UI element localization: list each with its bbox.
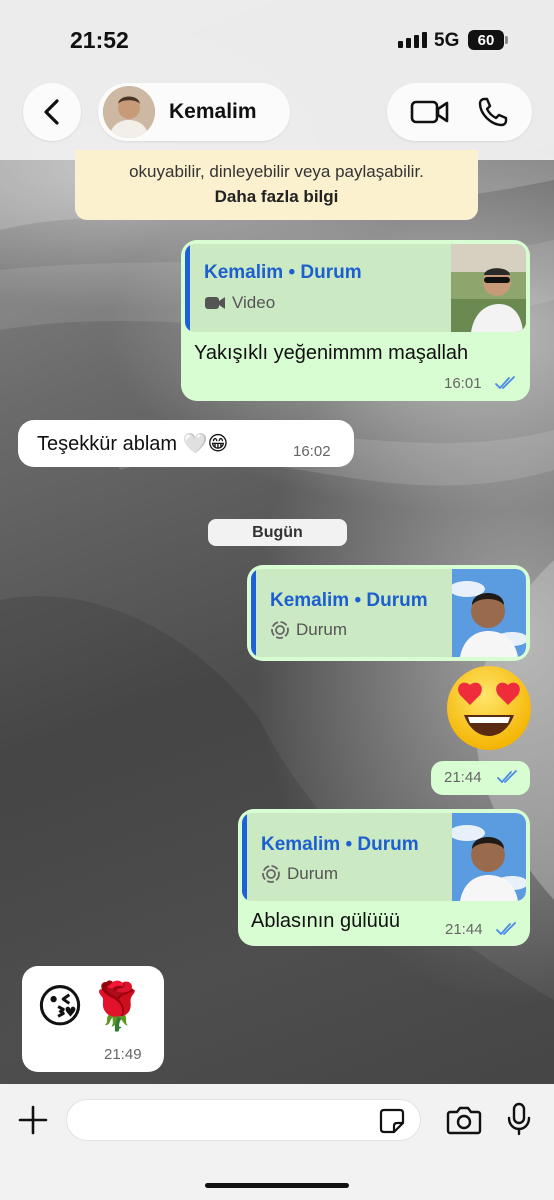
message-time-chip: 21:44 (431, 761, 530, 795)
message-time: 21:44 (444, 769, 482, 786)
status-time: 21:52 (70, 27, 129, 53)
plus-icon[interactable] (18, 1105, 48, 1135)
network-type: 5G (434, 30, 460, 51)
status-icon (262, 865, 280, 883)
message-bubble-incoming[interactable]: Teşekkür ablam 🤍😁 16:02 (18, 420, 354, 467)
message-bubble-outgoing[interactable]: Kemalim • Durum Durum (247, 565, 530, 661)
status-thumbnail (452, 569, 526, 657)
sticker-icon[interactable] (379, 1108, 405, 1134)
battery-icon: 60 (468, 30, 504, 50)
home-indicator (205, 1183, 349, 1188)
message-input[interactable] (66, 1099, 421, 1141)
cellular-signal-icon (398, 32, 427, 48)
reply-type-label: Durum (296, 620, 348, 639)
message-bubble-outgoing[interactable]: Kemalim • Durum Video Yakışıklı yeğenimm… (181, 240, 530, 401)
battery-level: 60 (477, 31, 495, 49)
reply-accent-bar (185, 244, 190, 332)
date-separator: Bugün (208, 519, 347, 546)
reply-type-label: Video (232, 293, 276, 312)
reply-accent-bar (242, 813, 247, 901)
status-icon (271, 621, 289, 639)
message-time: 21:44 (445, 921, 483, 938)
message-time: 16:02 (293, 443, 331, 460)
contact-avatar[interactable] (103, 86, 155, 138)
status-thumbnail (452, 813, 526, 901)
call-actions (387, 83, 532, 141)
message-text: Ablasının gülüüü (251, 910, 401, 932)
thumbnail-image (452, 569, 526, 657)
message-bubble-incoming[interactable]: 😘🌹 21:49 (22, 966, 164, 1072)
learn-more-link[interactable]: Daha fazla bilgi (75, 187, 478, 207)
reply-subtitle: Durum (270, 620, 347, 640)
status-reply-preview[interactable]: Kemalim • Durum Durum (242, 813, 526, 901)
back-button[interactable] (23, 83, 81, 141)
heart-eyes-emoji-icon (447, 666, 531, 750)
reply-subtitle: Video (204, 293, 275, 313)
read-receipt-icon (496, 922, 516, 935)
chevron-left-icon (44, 99, 59, 125)
thumbnail-image (452, 813, 526, 901)
microphone-icon[interactable] (506, 1102, 532, 1136)
message-bubble-outgoing[interactable]: Kemalim • Durum Durum Ablasının gülüüü 2… (238, 809, 530, 946)
encryption-notice-text: okuyabilir, dinleyebilir veya paylaşabil… (129, 162, 424, 181)
top-bar: 21:52 5G 60 Kemalim (0, 0, 554, 160)
reply-type-label: Durum (287, 864, 339, 883)
avatar-image (103, 86, 155, 138)
contact-header[interactable]: Kemalim (98, 83, 290, 141)
reply-title: Kemalim • Durum (270, 590, 428, 611)
read-receipt-icon (497, 770, 517, 783)
message-time: 21:49 (104, 1046, 142, 1063)
voice-call-icon[interactable] (477, 96, 509, 128)
encryption-notice: okuyabilir, dinleyebilir veya paylaşabil… (75, 150, 478, 220)
reply-title: Kemalim • Durum (261, 834, 419, 855)
message-text: Teşekkür ablam 🤍😁 (37, 433, 229, 455)
contact-name: Kemalim (169, 100, 257, 123)
read-receipt-icon (495, 376, 515, 389)
status-reply-preview[interactable]: Kemalim • Durum Video (185, 244, 526, 332)
message-text: 😘🌹 (36, 980, 150, 1032)
message-text: Yakışıklı yeğenimmm maşallah (194, 342, 469, 364)
thumbnail-image (451, 244, 526, 332)
message-time: 16:01 (444, 375, 482, 392)
camera-icon[interactable] (446, 1105, 482, 1135)
status-reply-preview[interactable]: Kemalim • Durum Durum (251, 569, 526, 657)
reply-subtitle: Durum (261, 864, 338, 884)
video-icon (205, 297, 225, 309)
reply-title: Kemalim • Durum (204, 262, 362, 283)
reply-accent-bar (251, 569, 256, 657)
status-thumbnail (451, 244, 526, 332)
battery-tip (505, 36, 508, 44)
video-call-icon[interactable] (410, 99, 450, 125)
heart-eyes-emoji (444, 663, 534, 753)
